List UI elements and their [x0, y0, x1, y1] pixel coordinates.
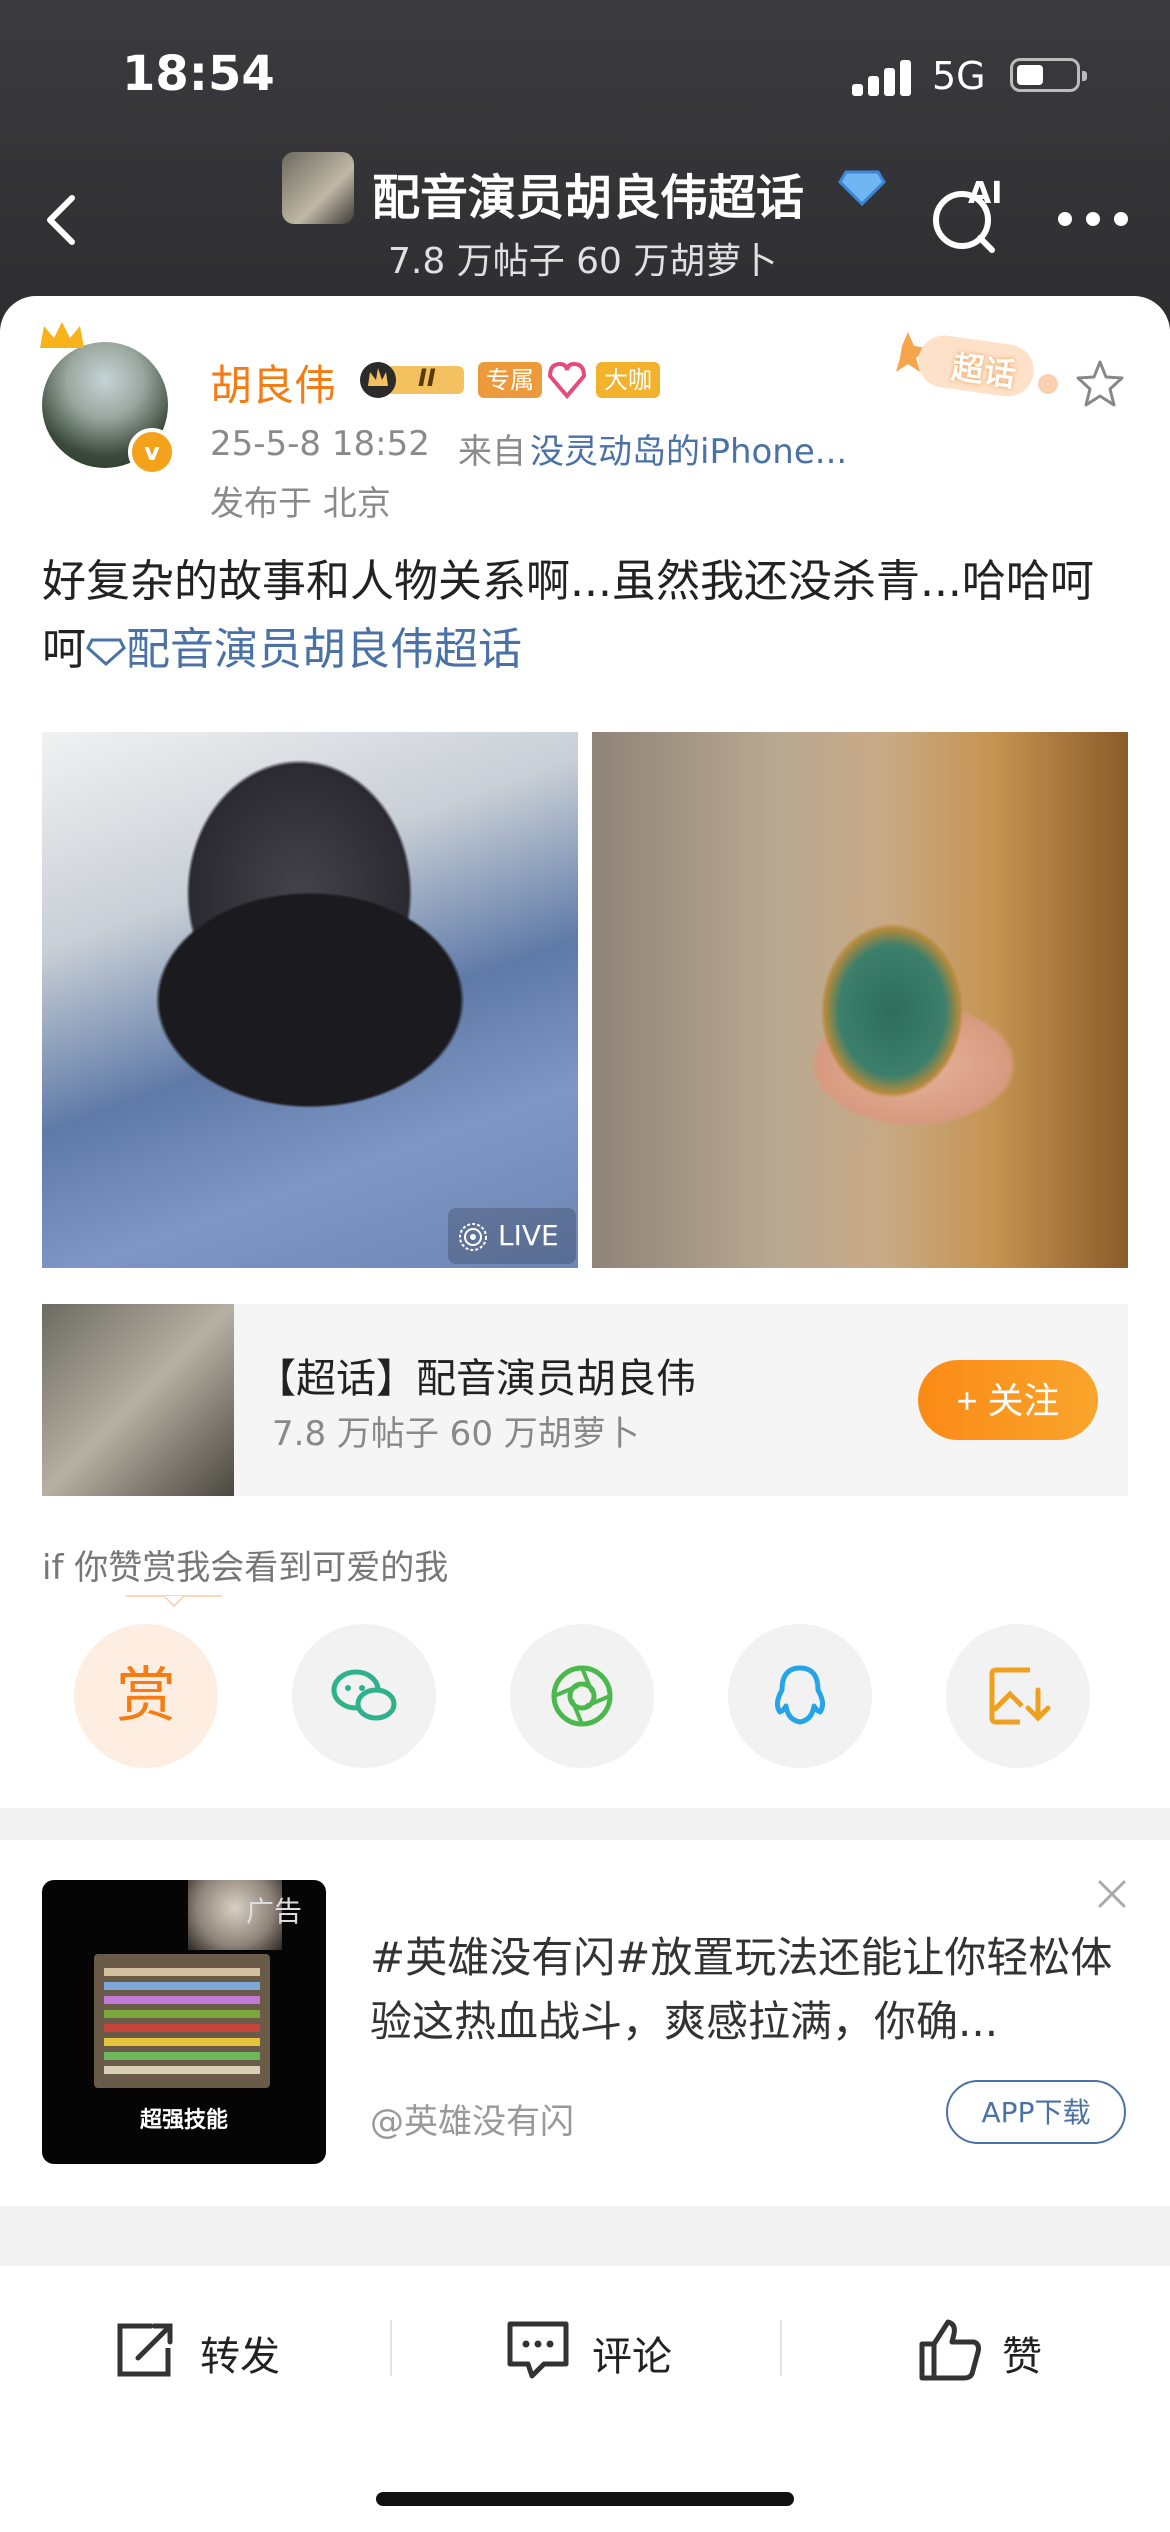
like-button[interactable]: 赞: [916, 2310, 1056, 2390]
ai-label: AI: [968, 176, 1003, 211]
reward-icon: 赏: [116, 1661, 176, 1731]
save-image-icon: [989, 1667, 1051, 1725]
comment-label: 评论: [592, 2334, 672, 2380]
save-image-button[interactable]: [946, 1624, 1090, 1768]
hint-caret: [126, 1595, 222, 1608]
post-time: 25-5-8 18:52: [210, 424, 430, 464]
ai-search-icon[interactable]: AI: [928, 176, 1018, 256]
share-wechat-button[interactable]: [292, 1624, 436, 1768]
supertopic-diamond-icon: [838, 170, 886, 207]
more-options-icon[interactable]: [1058, 212, 1130, 228]
share-moments-button[interactable]: [510, 1624, 654, 1768]
status-time: 18:54: [122, 46, 275, 102]
divider: [780, 2320, 782, 2376]
post-text: 好复杂的故事和人物关系啊...虽然我还没杀青...哈哈呵呵 配音演员胡良伟超话: [42, 548, 1122, 684]
share-qq-button[interactable]: [728, 1624, 872, 1768]
exclusive-tag: 专属: [478, 362, 542, 398]
level-badge: II: [356, 360, 470, 400]
like-label: 赞: [1002, 2334, 1042, 2380]
reward-hint: if 你赞赏我会看到可爱的我: [42, 1548, 449, 1588]
live-photo-badge: LIVE: [448, 1208, 576, 1264]
vip-tag: 大咖: [596, 362, 660, 398]
verified-badge: v: [128, 428, 176, 476]
repost-icon: [117, 2323, 173, 2377]
gift-heart-icon: [547, 361, 587, 400]
repost-button[interactable]: 转发: [112, 2310, 292, 2390]
wechat-icon: [331, 1669, 397, 1721]
ad-text[interactable]: #英雄没有闪#放置玩法还能让你轻松体验这热血战斗，爽感拉满，你确...: [370, 1926, 1126, 2054]
ad-source[interactable]: @英雄没有闪: [370, 2094, 574, 2143]
close-icon[interactable]: [1096, 1878, 1128, 1910]
battery-icon: [1010, 58, 1087, 92]
topic-card-stats: 7.8 万帖子 60 万胡萝卜: [272, 1414, 640, 1454]
reward-button[interactable]: 赏: [74, 1624, 218, 1768]
supertopic-avatar[interactable]: [282, 152, 354, 224]
app-download-button[interactable]: APP下载: [946, 2080, 1126, 2144]
repost-label: 转发: [200, 2334, 280, 2380]
topic-link[interactable]: 配音演员胡良伟超话: [126, 624, 522, 675]
thumbs-up-icon: [919, 2319, 981, 2381]
share-row: 赏: [0, 1624, 1170, 1772]
topic-diamond-icon: [86, 638, 126, 667]
post-source-prefix: 来自: [458, 432, 526, 472]
ad-game-panel: [94, 1954, 270, 2088]
crown-icon: [40, 322, 84, 348]
post-device[interactable]: 没灵动岛的iPhone...: [530, 424, 847, 473]
topic-card-image: [42, 1304, 234, 1496]
network-label: 5G: [932, 54, 986, 98]
post-image-2[interactable]: [592, 732, 1128, 1268]
ad-label: 广告: [246, 1895, 303, 1928]
header-stats: 7.8 万帖子 60 万胡萝卜: [388, 241, 778, 282]
comment-button[interactable]: 评论: [504, 2310, 684, 2390]
supertopic-sticker: 超话: [892, 326, 1062, 404]
divider: [390, 2320, 392, 2376]
back-arrow-icon[interactable]: [34, 190, 94, 250]
home-indicator: [376, 2492, 794, 2506]
signal-icon: [852, 56, 914, 96]
author-name[interactable]: 胡良伟: [210, 352, 336, 413]
post-image-1[interactable]: [42, 732, 578, 1268]
comment-icon: [507, 2321, 569, 2379]
topic-card-title: 【超话】配音演员胡良伟: [256, 1356, 696, 1402]
post-location: 发布于 北京: [210, 484, 391, 524]
live-icon: [459, 1223, 487, 1251]
qq-icon: [774, 1665, 826, 1725]
moments-icon: [551, 1665, 613, 1727]
ad-image-caption: 超强技能: [139, 2108, 228, 2133]
follow-button[interactable]: + 关注: [918, 1360, 1098, 1440]
favorite-star-icon[interactable]: [1074, 358, 1126, 410]
page-title[interactable]: 配音演员胡良伟超话: [372, 158, 804, 228]
